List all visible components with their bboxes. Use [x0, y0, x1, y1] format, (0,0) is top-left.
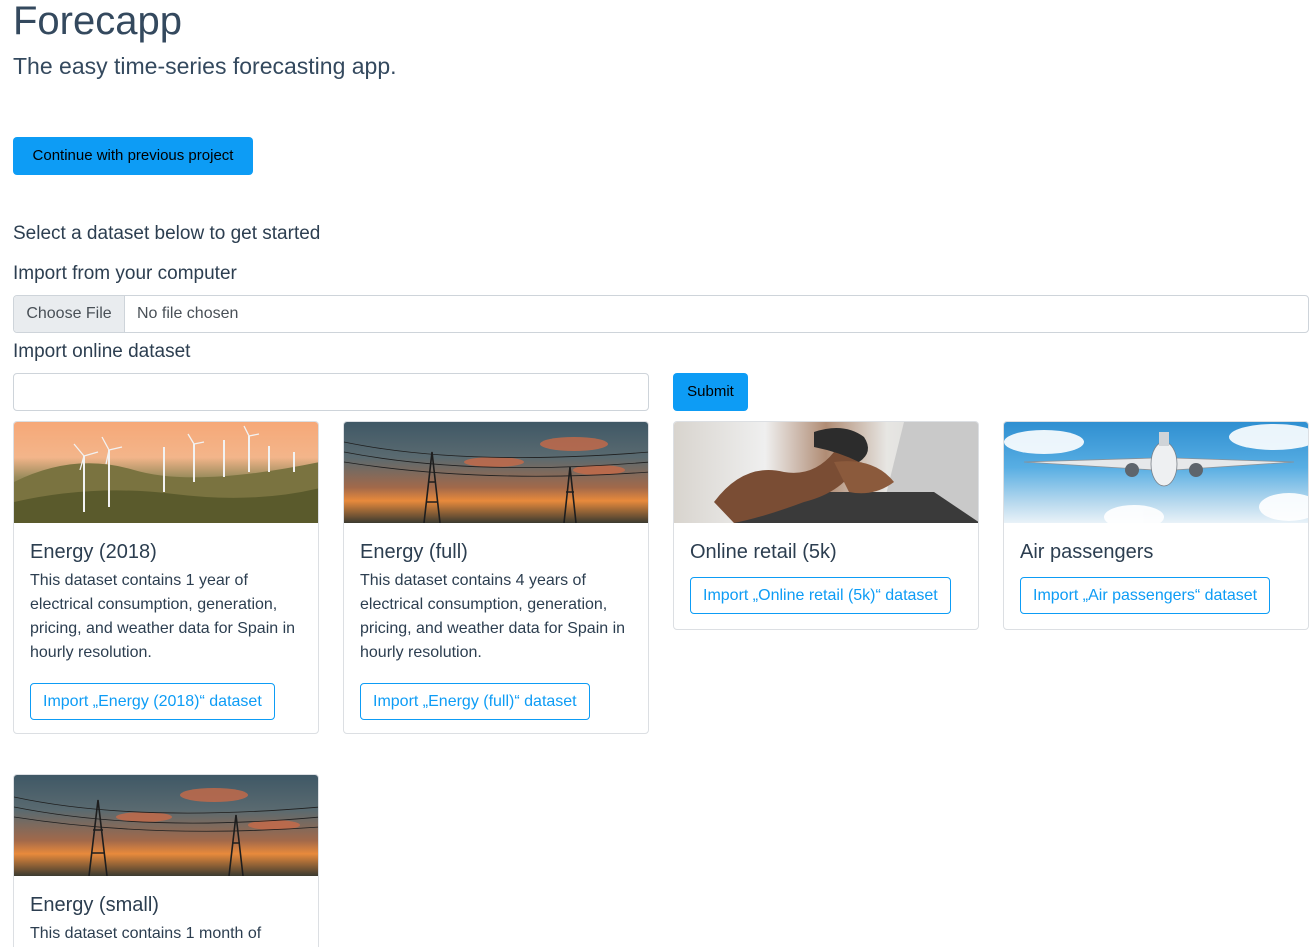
laptop-typing-image — [674, 422, 978, 523]
dataset-card-online-retail: Online retail (5k) Import „Online retail… — [673, 421, 979, 630]
wind-turbines-image — [14, 422, 318, 523]
import-energy-full-button[interactable]: Import „Energy (full)“ dataset — [360, 683, 590, 720]
select-dataset-label: Select a dataset below to get started — [13, 223, 321, 244]
file-status-text: No file chosen — [137, 305, 239, 322]
dataset-card-energy-full: Energy (full) This dataset contains 4 ye… — [343, 421, 649, 734]
continue-project-button[interactable]: Continue with previous project — [13, 137, 253, 175]
card-title: Online retail (5k) — [690, 541, 837, 563]
import-computer-label: Import from your computer — [13, 263, 237, 284]
dataset-card-air-passengers: Air passengers Import „Air passengers“ d… — [1003, 421, 1309, 630]
card-title: Air passengers — [1020, 541, 1154, 563]
import-energy-2018-button[interactable]: Import „Energy (2018)“ dataset — [30, 683, 275, 720]
import-online-label: Import online dataset — [13, 341, 191, 362]
app-title: Forecapp — [13, 0, 182, 43]
file-input[interactable]: Choose File No file chosen — [13, 295, 1309, 333]
card-title: Energy (2018) — [30, 541, 157, 563]
import-online-retail-button[interactable]: Import „Online retail (5k)“ dataset — [690, 577, 951, 614]
airplane-image — [1004, 422, 1308, 523]
card-description: This dataset contains 1 month of — [30, 925, 262, 942]
card-title: Energy (small) — [30, 894, 159, 916]
card-description: This dataset contains 1 year of electric… — [30, 572, 296, 661]
power-lines-image — [14, 775, 318, 876]
choose-file-button[interactable]: Choose File — [14, 296, 125, 332]
card-description: This dataset contains 4 years of electri… — [360, 572, 626, 661]
dataset-card-energy-2018: Energy (2018) This dataset contains 1 ye… — [13, 421, 319, 734]
card-title: Energy (full) — [360, 541, 468, 563]
power-lines-image — [344, 422, 648, 523]
app-subtitle: The easy time-series forecasting app. — [13, 53, 397, 79]
submit-button[interactable]: Submit — [673, 373, 748, 411]
online-dataset-url-input[interactable] — [13, 373, 649, 411]
import-air-passengers-button[interactable]: Import „Air passengers“ dataset — [1020, 577, 1271, 614]
dataset-card-energy-small: Energy (small) This dataset contains 1 m… — [13, 774, 319, 947]
